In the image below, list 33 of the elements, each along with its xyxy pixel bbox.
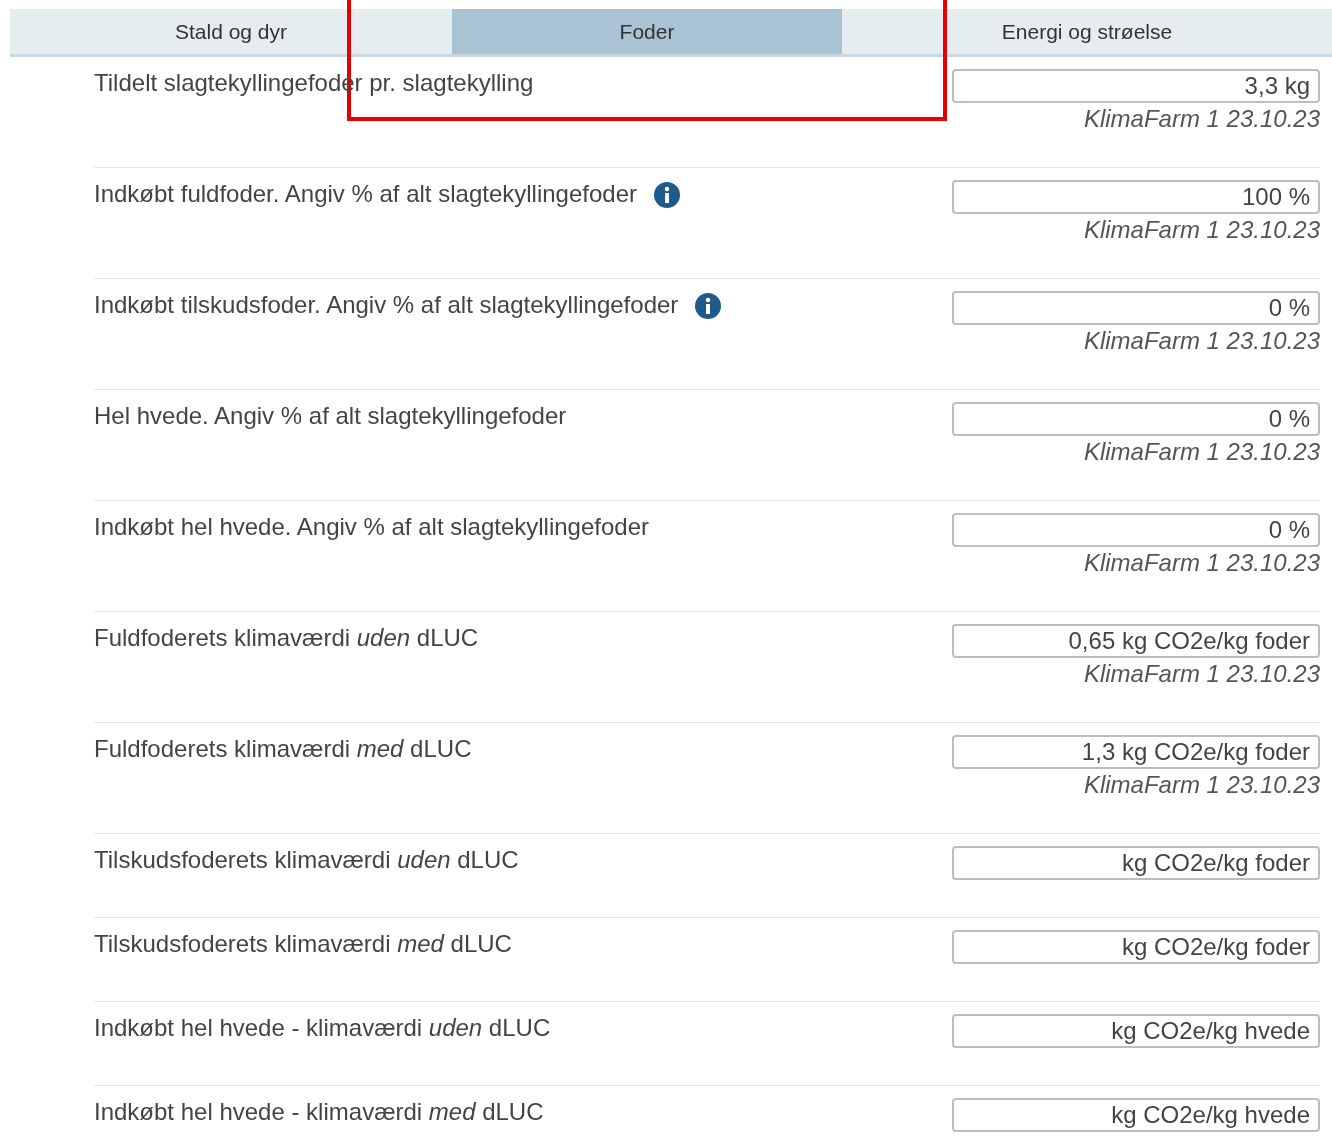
- field-label: Indkøbt fuldfoder. Angiv % af alt slagtekyllingefoder: [94, 180, 637, 208]
- source-note: KlimaFarm 1 23.10.23: [1083, 771, 1320, 799]
- source-note: KlimaFarm 1 23.10.23: [1083, 105, 1320, 133]
- source-note: KlimaFarm 1 23.10.23: [1083, 549, 1320, 577]
- source-note: KlimaFarm 1 23.10.23: [1083, 660, 1320, 688]
- tab[interactable]: Stald og dyr: [10, 9, 452, 54]
- field-label: Indkøbt hel hvede - klimaværdi uden dLUC: [94, 1014, 551, 1042]
- field-label: Fuldfoderets klimaværdi med dLUC: [94, 735, 472, 763]
- input-field[interactable]: 0 %: [952, 291, 1320, 325]
- field-label: Tilskudsfoderets klimaværdi uden dLUC: [94, 846, 519, 874]
- source-note: KlimaFarm 1 23.10.23: [1083, 216, 1320, 244]
- source-note: KlimaFarm 1 23.10.23: [1083, 438, 1320, 466]
- info-icon[interactable]: [653, 181, 681, 209]
- tab[interactable]: Energi og strøelse: [842, 9, 1332, 54]
- tab[interactable]: Foder: [452, 9, 842, 54]
- field-label: Hel hvede. Angiv % af alt slagtekyllingefoder: [94, 402, 567, 430]
- info-icon[interactable]: [694, 292, 723, 320]
- field-label: Tilskudsfoderets klimaværdi med dLUC: [94, 930, 512, 958]
- input-field[interactable]: 0 %: [952, 402, 1320, 436]
- input-field[interactable]: kg CO2e/kg hvede: [952, 1014, 1320, 1048]
- input-field[interactable]: kg CO2e/kg foder: [952, 930, 1320, 964]
- field-label: Indkøbt hel hvede - klimaværdi med dLUC: [94, 1098, 544, 1126]
- input-field[interactable]: kg CO2e/kg foder: [952, 846, 1320, 880]
- input-field[interactable]: 0,65 kg CO2e/kg foder: [952, 624, 1320, 658]
- input-field[interactable]: 1,3 kg CO2e/kg foder: [952, 735, 1320, 769]
- input-field[interactable]: 0 %: [952, 513, 1320, 547]
- field-label: Fuldfoderets klimaværdi uden dLUC: [94, 624, 479, 652]
- source-note: KlimaFarm 1 23.10.23: [1083, 327, 1320, 355]
- field-label: Indkøbt tilskudsfoder. Angiv % af alt slagtekyllingefoder: [94, 291, 679, 319]
- field-label: Indkøbt hel hvede. Angiv % af alt slagtekyllingefoder: [94, 513, 649, 541]
- input-field[interactable]: 3,3 kg: [952, 69, 1320, 103]
- input-field[interactable]: 100 %: [952, 180, 1320, 214]
- input-field[interactable]: kg CO2e/kg hvede: [952, 1098, 1320, 1132]
